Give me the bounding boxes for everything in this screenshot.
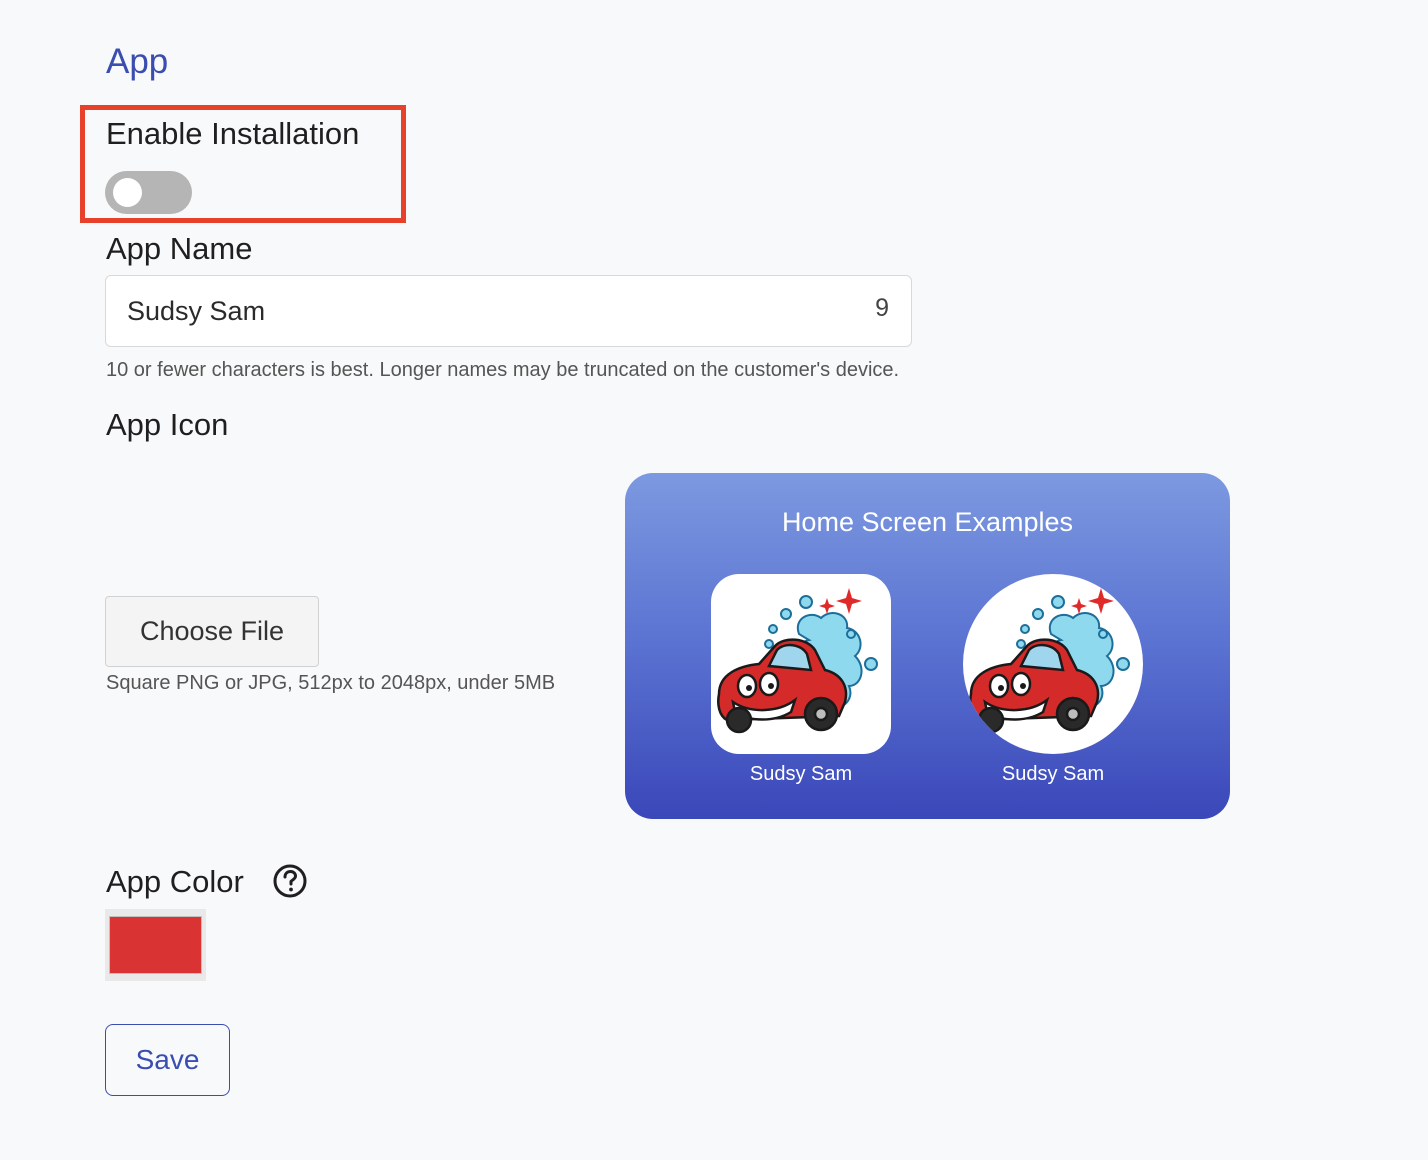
app-icon-square-preview [711,574,891,754]
app-name-value: Sudsy Sam [127,296,266,326]
home-screen-preview: Home Screen Examples Sudsy Sam Sudsy Sam [625,473,1230,819]
app-name-input[interactable]: Sudsy Sam 9 [105,275,912,347]
app-color-label: App Color [106,864,244,899]
sudsy-sam-logo-icon [717,588,878,734]
save-button[interactable]: Save [105,1024,230,1096]
app-color-picker[interactable] [105,909,206,981]
toggle-knob [113,178,142,207]
app-name-label: App Name [106,231,253,266]
circle-icon-caption: Sudsy Sam [1001,763,1105,785]
square-icon-caption: Sudsy Sam [749,763,853,785]
app-color-fill [109,916,202,974]
enable-installation-toggle[interactable] [105,171,192,214]
enable-installation-label: Enable Installation [106,116,360,151]
app-icon-helper: Square PNG or JPG, 512px to 2048px, unde… [106,672,556,694]
section-title: App [106,42,169,81]
char-count: 9 [875,294,889,322]
app-icon-circle-preview [963,574,1143,754]
choose-file-button[interactable]: Choose File [105,596,319,667]
question-circle-icon[interactable] [273,864,307,898]
app-icon-label: App Icon [106,407,229,442]
app-name-helper: 10 or fewer characters is best. Longer n… [106,359,900,381]
preview-title: Home Screen Examples [781,507,1074,537]
sudsy-sam-logo-icon [969,588,1130,734]
